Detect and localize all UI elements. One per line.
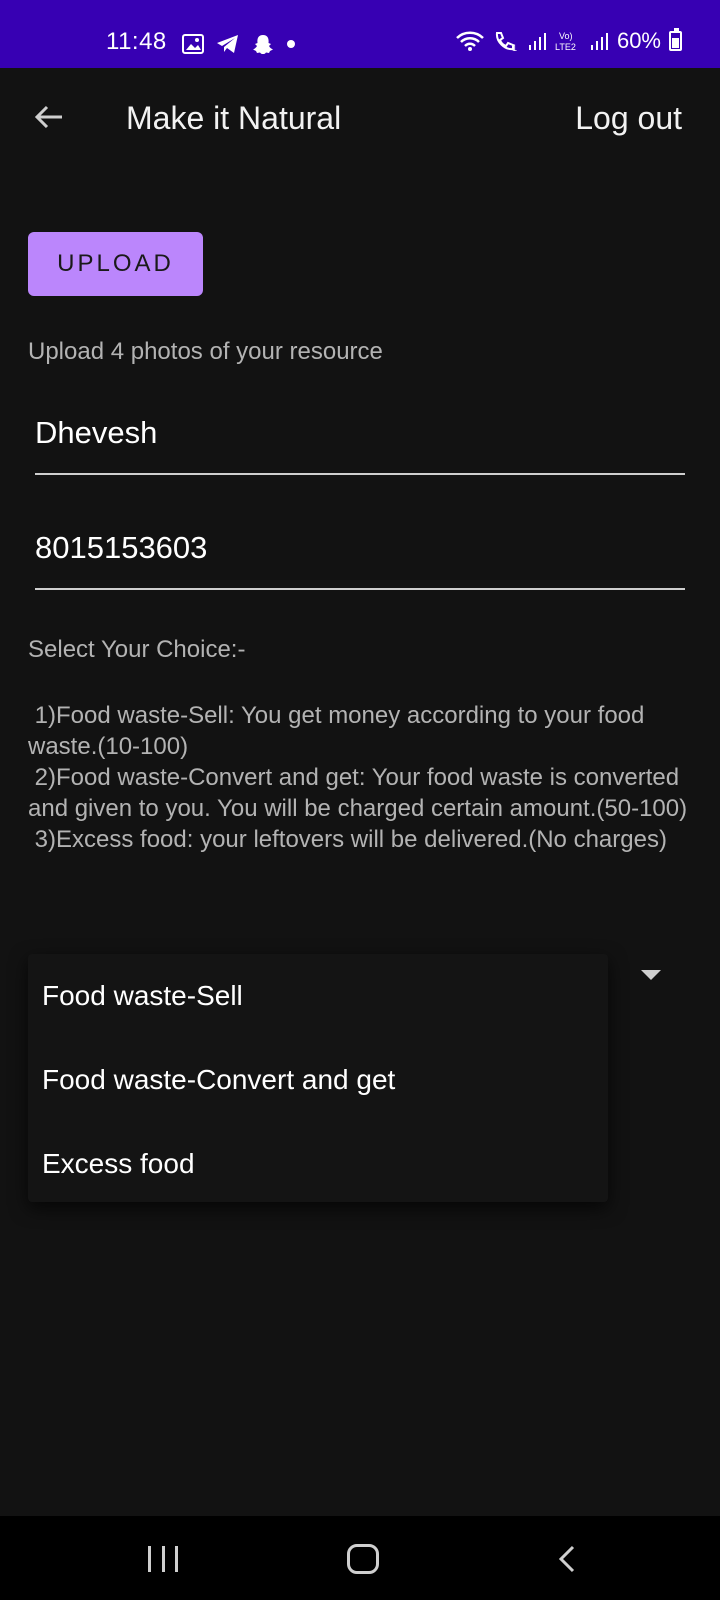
app-bar: Make it Natural Log out: [0, 68, 720, 168]
notification-icons: [182, 33, 296, 55]
battery-icon: [669, 28, 682, 51]
recents-icon[interactable]: [148, 1546, 178, 1572]
battery-percent: 60%: [616, 28, 661, 53]
gallery-icon: [182, 34, 204, 54]
dropdown-option-food-waste-sell[interactable]: Food waste-Sell: [42, 954, 592, 1038]
app-title: Make it Natural: [126, 100, 342, 136]
phone-value: 8015153603: [35, 530, 208, 565]
call-icon: 1: [495, 32, 517, 52]
dot-icon: [287, 40, 295, 48]
logout-button[interactable]: Log out: [575, 100, 682, 137]
choice-header: Select Your Choice:-: [28, 636, 246, 663]
back-arrow-icon[interactable]: [32, 100, 66, 134]
svg-text:LTE2: LTE2: [555, 42, 576, 52]
name-field[interactable]: Dhevesh: [35, 415, 685, 475]
volte-icon: Vo) LTE2: [555, 31, 576, 52]
chevron-down-icon[interactable]: [641, 970, 661, 980]
choice-line: 2)Food waste-Convert and get: Your food …: [28, 764, 688, 822]
screen: 11:48 1 Vo) LTE2 60% Make it Natural Log…: [0, 0, 720, 1600]
telegram-icon: [217, 35, 238, 53]
signal-icon: [590, 33, 608, 50]
status-right: 1 Vo) LTE2 60%: [455, 28, 682, 54]
signal-icon: [528, 33, 546, 50]
svg-text:Vo): Vo): [559, 31, 573, 41]
name-value: Dhevesh: [35, 415, 158, 450]
upload-hint: Upload 4 photos of your resource: [28, 338, 383, 365]
status-bar: 11:48 1 Vo) LTE2 60%: [0, 0, 720, 68]
dropdown-option-food-waste-convert[interactable]: Food waste-Convert and get: [42, 1038, 592, 1122]
nav-bar: [0, 1516, 720, 1600]
phone-field[interactable]: 8015153603: [35, 530, 685, 590]
nav-back-icon[interactable]: [555, 1544, 579, 1574]
home-icon[interactable]: [347, 1544, 379, 1574]
snapchat-icon: [253, 35, 273, 54]
svg-text:1: 1: [512, 43, 517, 52]
status-time: 11:48: [106, 28, 167, 55]
wifi-icon: [456, 31, 484, 51]
upload-button[interactable]: UPLOAD: [28, 232, 203, 296]
dropdown-menu: Food waste-Sell Food waste-Convert and g…: [28, 954, 608, 1202]
choice-line: 3)Excess food: your leftovers will be de…: [28, 826, 667, 853]
dropdown-option-excess-food[interactable]: Excess food: [42, 1122, 592, 1206]
choice-line: 1)Food waste-Sell: You get money accordi…: [28, 702, 652, 760]
choice-description: 1)Food waste-Sell: You get money accordi…: [28, 700, 693, 855]
